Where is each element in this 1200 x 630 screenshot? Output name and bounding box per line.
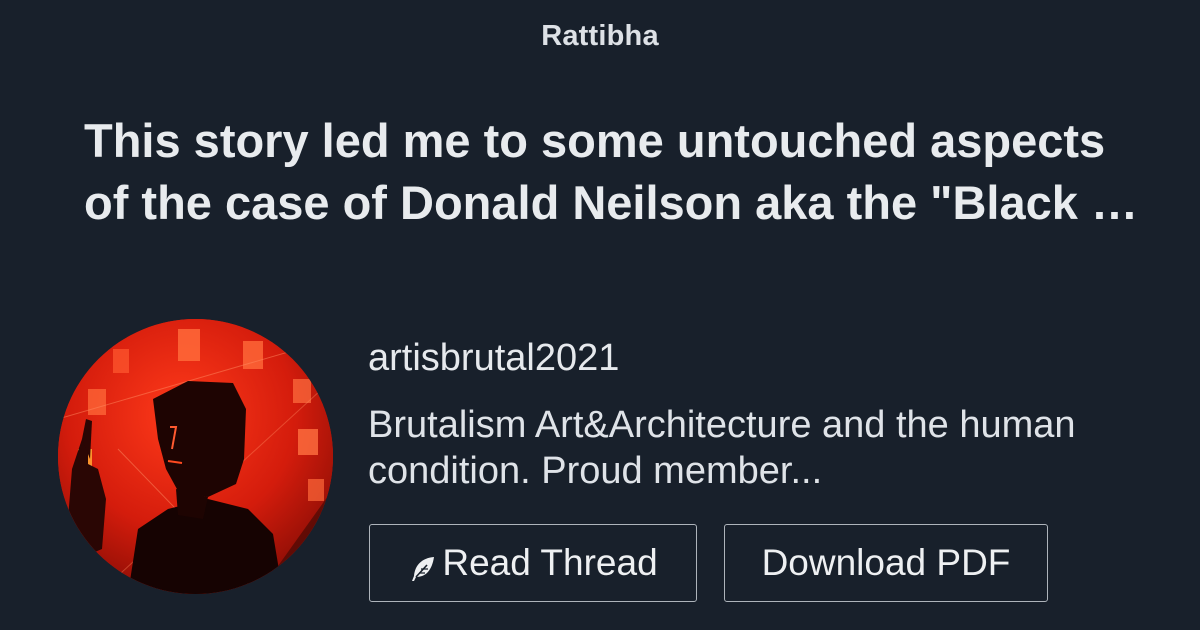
avatar-image (58, 319, 333, 594)
author-username[interactable]: artisbrutal2021 (368, 337, 619, 380)
feather-icon (408, 551, 438, 581)
thread-title-line-1: This story led me to some untouched aspe… (84, 114, 1106, 167)
share-card: Rattibha This story led me to some untou… (0, 0, 1200, 630)
thread-title-line-2: of the case of Donald Neilson aka the "B… (84, 176, 1154, 229)
brand-name[interactable]: Rattibha (0, 20, 1200, 53)
author-bio-line-2: condition. Proud member... (368, 450, 823, 492)
thread-title: This story led me to some untouched aspe… (84, 110, 1154, 234)
download-pdf-label: Download PDF (761, 542, 1011, 583)
avatar (58, 319, 333, 594)
author-bio: Brutalism Art&Architecture and the human… (368, 402, 1158, 494)
read-thread-button[interactable]: Read Thread (369, 524, 697, 602)
author-bio-line-1: Brutalism Art&Architecture and the human (368, 404, 1076, 446)
download-pdf-button[interactable]: Download PDF (724, 524, 1048, 602)
read-thread-label: Read Thread (442, 542, 658, 583)
